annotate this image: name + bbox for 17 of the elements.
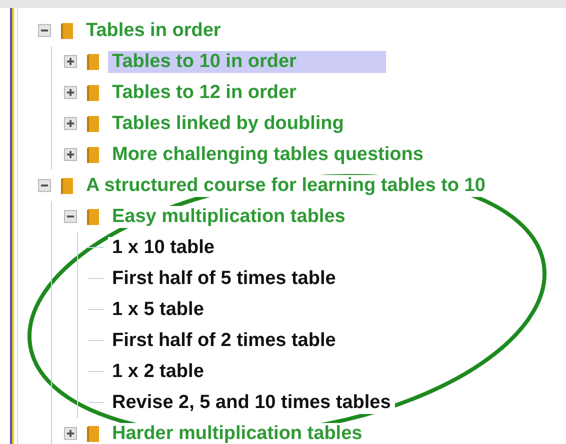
expander-icon[interactable]	[38, 179, 51, 192]
book-icon	[86, 424, 100, 442]
expander-icon[interactable]	[64, 55, 77, 68]
book-icon	[60, 176, 74, 194]
book-icon	[86, 146, 100, 164]
expander-icon[interactable]	[64, 86, 77, 99]
book-icon	[86, 208, 100, 226]
expander-icon[interactable]	[64, 117, 77, 130]
book-icon	[86, 52, 100, 70]
expander-icon[interactable]	[64, 210, 77, 223]
expander-icon[interactable]	[64, 427, 77, 440]
book-icon	[86, 114, 100, 132]
book-icon	[60, 22, 74, 40]
book-icon	[86, 84, 100, 102]
tree-item[interactable]: Tables to 10 in order	[108, 50, 386, 72]
expander-icon[interactable]	[64, 148, 77, 161]
expander-icon[interactable]	[38, 24, 51, 37]
